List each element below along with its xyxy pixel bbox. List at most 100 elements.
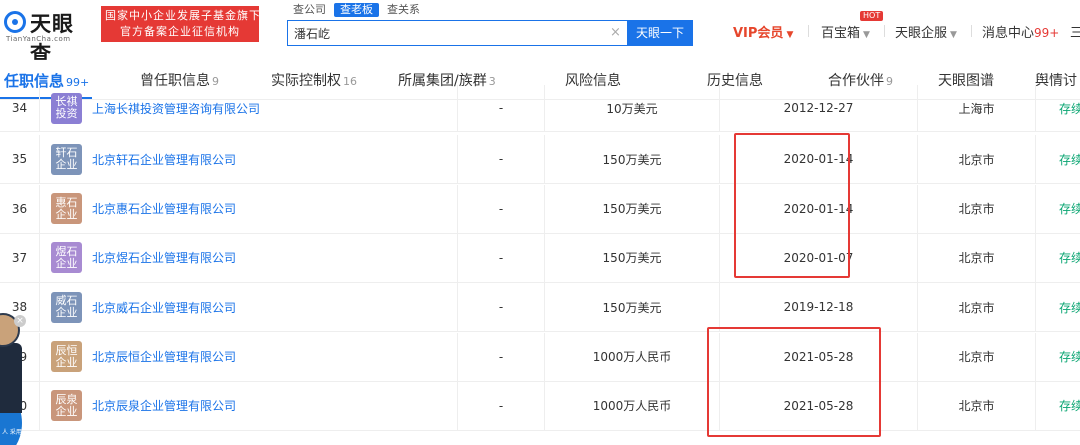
company-cell: 煜石 企业 北京煜石企业管理有限公司 — [40, 233, 458, 282]
company-name-link[interactable]: 上海长祺投资管理咨询有限公司 — [92, 100, 260, 117]
establish-date-cell: 2019-12-18 — [720, 283, 918, 332]
more-menu-icon[interactable]: 三 — [1070, 22, 1080, 41]
role-cell: - — [458, 85, 545, 131]
certification-banner[interactable]: 国家中小企业发展子基金旗下 官方备案企业征信机构 — [101, 6, 261, 42]
search-tab-relation[interactable]: 查关系 — [381, 3, 426, 17]
hot-badge: HOT — [860, 11, 884, 21]
company-name-link[interactable]: 北京轩石企业管理有限公司 — [92, 151, 236, 168]
avatar-caption: 人 采用 — [2, 429, 22, 436]
treasure-menu[interactable]: 百宝箱 ▼ — [821, 22, 870, 41]
enterprise-label: 天眼企服 — [895, 26, 948, 41]
company-logo-line-2: 企业 — [55, 256, 78, 270]
banner-line-1: 国家中小企业发展子基金旗下 — [105, 9, 261, 22]
row-index: 37 — [0, 233, 40, 282]
top-header: 天眼查 TianYanCha.com 国家中小企业发展子基金旗下 官方备案企业征… — [0, 0, 1080, 66]
status-badge: 存续 — [1059, 300, 1080, 315]
caret-down-icon: ▼ — [950, 30, 957, 40]
company-logo-line-2: 企业 — [55, 158, 78, 172]
establish-date-cell: 2012-12-27 — [720, 85, 918, 131]
company-logo-line-2: 企业 — [55, 404, 78, 418]
row-index: 36 — [0, 184, 40, 233]
table-row: 38 威石 企业 北京威石企业管理有限公司 -150万美元 2019-12-18 北京市 存续 — [0, 283, 1080, 333]
assistant-avatar-widget[interactable]: 人 采用 — [0, 313, 22, 445]
status-badge: 存续 — [1059, 202, 1080, 217]
status-badge: 存续 — [1059, 101, 1080, 116]
establish-date-cell: 2020-01-14 — [720, 135, 918, 184]
city-cell: 北京市 — [918, 381, 1036, 430]
registered-capital-cell: 150万美元 — [545, 283, 720, 332]
establish-date-cell: 2021-05-28 — [720, 332, 918, 381]
close-icon[interactable]: × — [14, 315, 26, 327]
search-tab-boss[interactable]: 查老板 — [334, 3, 379, 17]
enterprise-service-menu[interactable]: 天眼企服 ▼ — [895, 22, 957, 41]
row-index: 35 — [0, 135, 40, 184]
company-cell: 辰泉 企业 北京辰泉企业管理有限公司 — [40, 381, 458, 430]
caret-down-icon: ▼ — [863, 30, 870, 40]
avatar-body — [0, 343, 22, 413]
company-logo-line-1: 辰泉 — [55, 392, 78, 406]
registered-capital-cell: 1000万人民币 — [545, 381, 720, 430]
role-cell: - — [458, 332, 545, 381]
table-row: 34 长祺 投资 上海长祺投资管理咨询有限公司 -10万美元 2012-12-27 上海市存… — [0, 85, 1080, 132]
company-cell: 辰恒 企业 北京辰恒企业管理有限公司 — [40, 332, 458, 381]
company-cell: 威石 企业 北京威石企业管理有限公司 — [40, 283, 458, 332]
company-logo[interactable]: 长祺 投资 — [51, 92, 82, 124]
status-badge: 存续 — [1059, 399, 1080, 414]
company-logo-line-2: 企业 — [55, 207, 78, 221]
company-name-link[interactable]: 北京辰泉企业管理有限公司 — [92, 397, 236, 414]
role-cell: - — [458, 184, 545, 233]
logo-domain: TianYanCha.com — [6, 35, 71, 43]
company-logo[interactable]: 辰泉 企业 — [51, 390, 82, 422]
establish-date-cell: 2020-01-14 — [720, 184, 918, 233]
nav-divider — [884, 25, 885, 37]
status-badge: 存续 — [1059, 350, 1080, 364]
registered-capital-cell: 10万美元 — [545, 85, 720, 131]
row-index: 34 — [0, 85, 40, 131]
company-name-link[interactable]: 北京辰恒企业管理有限公司 — [92, 348, 236, 365]
role-cell: - — [458, 233, 545, 282]
company-logo-line-1: 惠石 — [55, 195, 78, 209]
role-cell: - — [458, 381, 545, 430]
vip-menu[interactable]: VIP会员 ▼ — [733, 22, 793, 41]
company-name-link[interactable]: 北京煜石企业管理有限公司 — [92, 249, 236, 266]
city-cell: 北京市 — [918, 283, 1036, 332]
company-logo[interactable]: 煜石 企业 — [51, 242, 82, 274]
company-name-link[interactable]: 北京威石企业管理有限公司 — [92, 299, 236, 316]
company-logo-line-2: 投资 — [55, 107, 78, 120]
table-row: 36 惠石 企业 北京惠石企业管理有限公司 -150万美元 2020-01-14 北京市 存续 — [0, 184, 1080, 234]
table-row: 40辰泉企业北京辰泉企业管理有限公司-1000万人民币2021-05-28北京市… — [0, 381, 1080, 431]
company-logo[interactable]: 惠石 企业 — [51, 193, 82, 225]
registered-capital-cell: 150万美元 — [545, 184, 720, 233]
company-cell: 惠石 企业 北京惠石企业管理有限公司 — [40, 184, 458, 233]
company-logo-line-1: 辰恒 — [55, 343, 78, 357]
nav-divider — [971, 25, 972, 37]
company-logo[interactable]: 辰恒 企业 — [51, 341, 82, 372]
company-logo[interactable]: 轩石 企业 — [51, 143, 82, 175]
search-tab-company[interactable]: 查公司 — [287, 3, 332, 17]
company-cell: 长祺 投资 上海长祺投资管理咨询有限公司 — [40, 85, 458, 131]
status-badge: 存续 — [1059, 251, 1080, 266]
vip-label: VIP会员 — [733, 26, 784, 41]
message-center-link[interactable]: 消息中心99+ — [982, 22, 1059, 41]
registered-capital-cell: 150万美元 — [545, 233, 720, 282]
search-input[interactable] — [288, 21, 618, 45]
treasure-label: 百宝箱 — [821, 26, 861, 41]
company-cell: 轩石 企业 北京轩石企业管理有限公司 — [40, 135, 458, 184]
site-logo[interactable]: 天眼查 TianYanCha.com — [4, 8, 94, 66]
city-cell: 北京市 — [918, 184, 1036, 233]
table-row: 39辰恒企业北京辰恒企业管理有限公司-1000万人民币2021-05-28北京市… — [0, 332, 1080, 382]
role-cell: - — [458, 135, 545, 184]
messages-count-badge: 99+ — [1034, 26, 1060, 40]
establish-date-cell: 2020-01-07 — [720, 233, 918, 282]
banner-line-2: 官方备案企业征信机构 — [120, 25, 240, 38]
clear-icon[interactable]: × — [610, 25, 621, 40]
company-logo-line-2: 企业 — [55, 306, 78, 320]
status-badge: 存续 — [1059, 152, 1080, 167]
company-name-link[interactable]: 北京惠石企业管理有限公司 — [92, 200, 236, 217]
city-cell: 北京市 — [918, 233, 1036, 282]
table-row: 35 轩石 企业 北京轩石企业管理有限公司 -150万美元 2020-01-14 北京市 存续 — [0, 135, 1080, 185]
search-button[interactable]: 天眼一下 — [627, 20, 693, 46]
eye-logo-icon — [4, 11, 26, 33]
company-logo[interactable]: 威石 企业 — [51, 291, 82, 323]
search-box: × 天眼一下 — [287, 20, 693, 46]
